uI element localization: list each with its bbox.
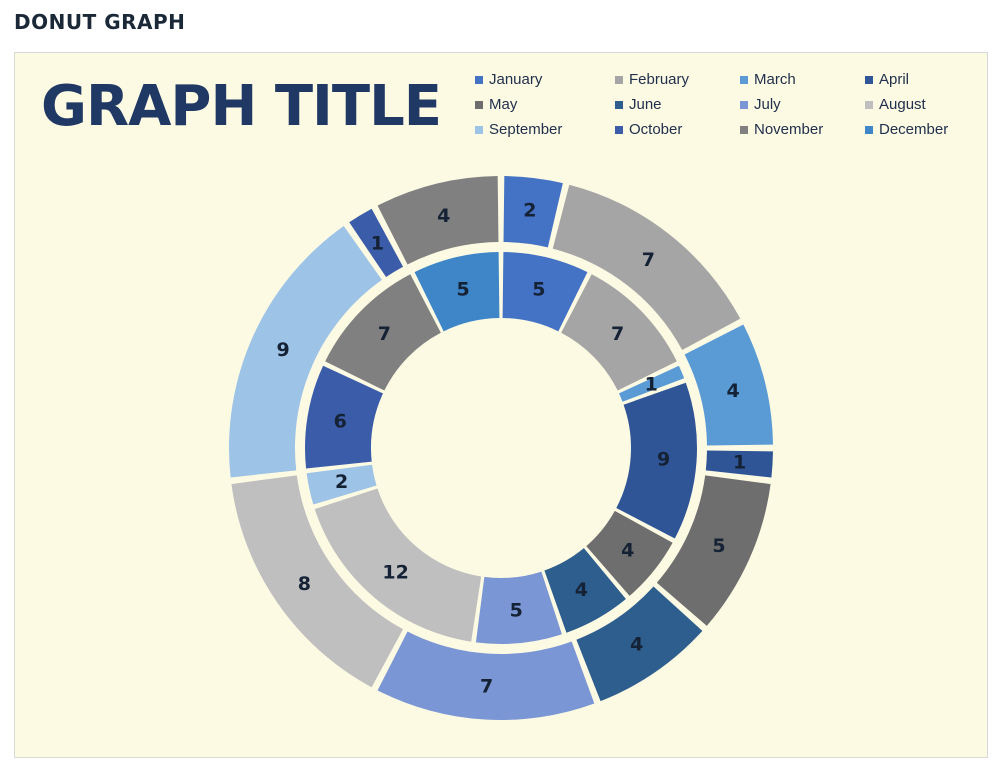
legend-item-label: September [489, 121, 563, 138]
donut-chart-svg: 2 7 4 1 5 4 7 8 9 1 4 5 7 1 9 4 4 5 12 2 6 7 5 [229, 176, 773, 720]
donut-slice-label: 4 [437, 205, 450, 227]
chart-card: GRAPH TITLE January February March April May… [14, 52, 988, 758]
legend-swatch-icon [865, 100, 873, 109]
legend-swatch-icon [475, 100, 483, 109]
legend-swatch-icon [740, 100, 748, 109]
donut-graph-page: DONUT GRAPH GRAPH TITLE January February M… [0, 0, 1002, 772]
legend-item[interactable]: December [865, 121, 975, 138]
legend-item-label: August [879, 96, 926, 113]
legend-item-label: March [754, 71, 796, 88]
chart-legend: January February March April May June July Augu… [475, 67, 975, 142]
legend-swatch-icon [615, 75, 623, 84]
donut-slice-label: 1 [371, 232, 384, 254]
donut-slice-label: 4 [575, 579, 588, 601]
donut-chart: 2 7 4 1 5 4 7 8 9 1 4 5 7 1 9 4 4 5 12 2 6 7 5 [15, 163, 987, 753]
legend-swatch-icon [615, 100, 623, 109]
legend-item[interactable]: April [865, 71, 975, 88]
donut-slice-label: 1 [645, 374, 658, 396]
legend-item[interactable]: November [740, 121, 865, 138]
legend-swatch-icon [475, 125, 483, 134]
legend-item[interactable]: January [475, 71, 615, 88]
donut-slice-label: 5 [712, 535, 725, 557]
donut-slice-label: 9 [276, 339, 289, 361]
graph-title: GRAPH TITLE [41, 74, 442, 139]
donut-slice-label: 8 [298, 573, 311, 595]
donut-slice-label: 7 [642, 249, 655, 271]
donut-slice-label: 2 [335, 471, 348, 493]
legend-item[interactable]: May [475, 96, 615, 113]
donut-slice-label: 1 [733, 451, 746, 473]
legend-item[interactable]: October [615, 121, 740, 138]
legend-item[interactable]: June [615, 96, 740, 113]
donut-slice-label: 4 [630, 634, 643, 656]
page-title: DONUT GRAPH [14, 10, 186, 34]
legend-item[interactable]: February [615, 71, 740, 88]
donut-slice-label: 5 [457, 278, 470, 300]
donut-slice-label: 2 [523, 200, 536, 222]
donut-slice-label: 7 [378, 323, 391, 345]
legend-item[interactable]: July [740, 96, 865, 113]
donut-slice-label: 4 [726, 380, 739, 402]
donut-slice-label: 7 [480, 676, 493, 698]
donut-slice-label: 5 [532, 278, 545, 300]
legend-swatch-icon [615, 125, 623, 134]
legend-swatch-icon [475, 75, 483, 84]
legend-swatch-icon [740, 75, 748, 84]
inner-ring: 5 7 1 9 4 4 5 12 2 6 7 5 [305, 252, 697, 644]
legend-item-label: June [629, 96, 662, 113]
donut-slice-label: 12 [382, 561, 408, 583]
donut-slice-label: 5 [510, 599, 523, 621]
legend-item[interactable]: March [740, 71, 865, 88]
legend-swatch-icon [865, 75, 873, 84]
legend-item-label: May [489, 96, 518, 113]
legend-item[interactable]: September [475, 121, 615, 138]
legend-item-label: October [629, 121, 683, 138]
donut-slice-label: 9 [657, 448, 670, 470]
legend-swatch-icon [865, 125, 873, 134]
donut-slice-label: 4 [621, 539, 634, 561]
legend-item-label: January [489, 71, 543, 88]
legend-item-label: November [754, 121, 824, 138]
legend-swatch-icon [740, 125, 748, 134]
legend-item-label: February [629, 71, 690, 88]
legend-item-label: April [879, 71, 910, 88]
legend-item-label: July [754, 96, 781, 113]
legend-item[interactable]: August [865, 96, 975, 113]
donut-slice-label: 7 [611, 323, 624, 345]
donut-slice-label: 6 [334, 410, 347, 432]
legend-item-label: December [879, 121, 949, 138]
